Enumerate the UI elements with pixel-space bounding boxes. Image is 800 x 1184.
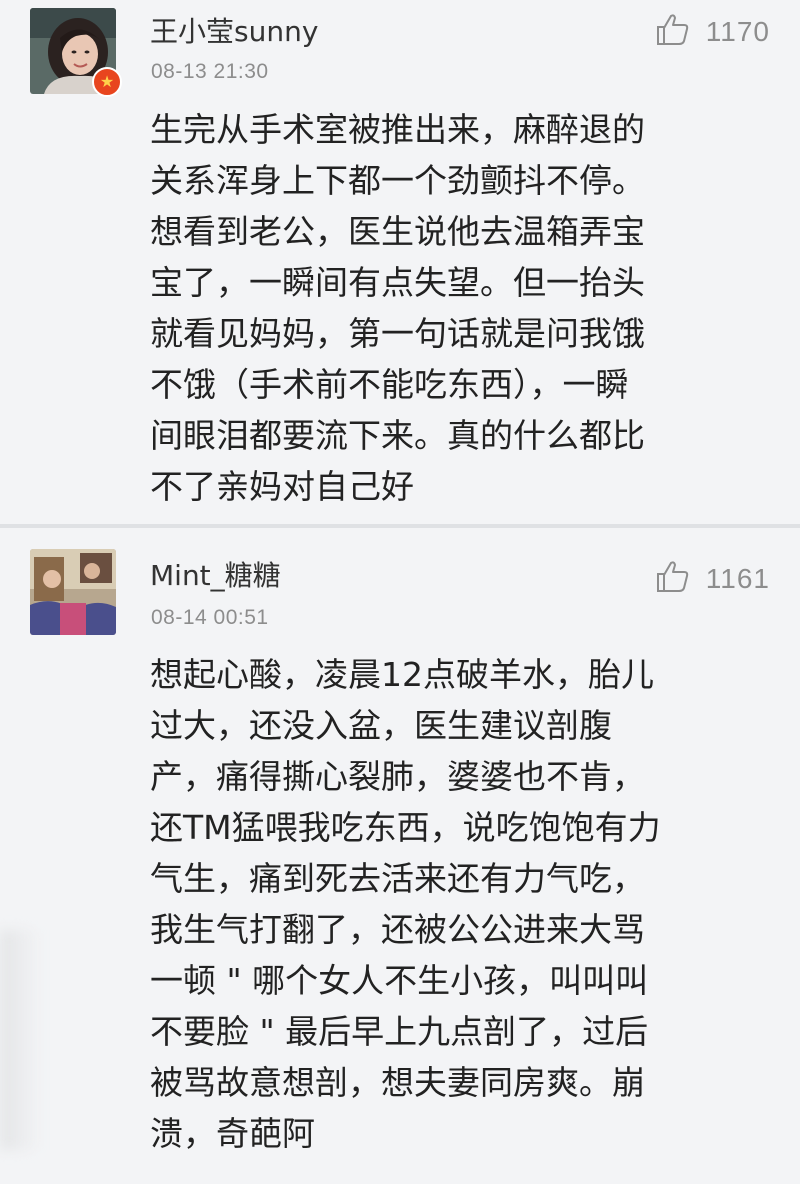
- like-count: 1161: [705, 563, 770, 594]
- comment-body: 想起心酸，凌晨12点破羊水，胎儿 过大，还没入盆，医生建议剖腹 产，痛得撕心裂肺…: [150, 649, 740, 1159]
- comment-line: 就看见妈妈，第一句话就是问我饿: [150, 314, 645, 353]
- timestamp: 08-14 00:51: [151, 606, 269, 629]
- comment-body: 生完从手术室被推出来，麻醉退的 关系浑身上下都一个劲颤抖不停。 想看到老公，医生…: [150, 104, 740, 512]
- comment-line: 过大，还没入盆，医生建议剖腹: [150, 706, 612, 745]
- like-button[interactable]: 1161: [652, 557, 770, 601]
- comment-line: 我生气打翻了，还被公公进来大骂: [150, 910, 645, 949]
- user-avatar[interactable]: [30, 549, 116, 635]
- comment-line: 溃，奇葩阿: [150, 1114, 315, 1153]
- timestamp: 08-13 21:30: [151, 60, 269, 83]
- comment-line: 被骂故意想剖，想夫妻同房爽。崩: [150, 1063, 645, 1102]
- vip-badge-icon: ★: [92, 67, 122, 97]
- comment-line: 间眼泪都要流下来。真的什么都比: [150, 416, 645, 455]
- username[interactable]: 王小莹sunny: [150, 10, 318, 50]
- comment-card: ★ 王小莹sunny 08-13 21:30 1170 生完从手术室被推出来，麻…: [0, 0, 800, 524]
- blurred-edge: [0, 930, 40, 1150]
- comment-line: 想起心酸，凌晨12点破羊水，胎儿: [150, 655, 654, 694]
- comment-line: 不要脸 " 最后早上九点剖了，过后: [150, 1012, 649, 1051]
- like-button[interactable]: 1170: [652, 10, 770, 54]
- comment-line: 关系浑身上下都一个劲颤抖不停。: [150, 161, 645, 200]
- avatar-image: [30, 549, 116, 635]
- like-count: 1170: [705, 16, 770, 47]
- comment-line: 不饿（手术前不能吃东西），一瞬: [150, 365, 629, 404]
- username[interactable]: Mint_糖糖: [150, 554, 281, 594]
- comment-line: 宝了，一瞬间有点失望。但一抬头: [150, 263, 645, 302]
- comment-line: 还TM猛喂我吃东西，说吃饱饱有力: [150, 808, 661, 847]
- comment-card: Mint_糖糖 08-14 00:51 1161 想起心酸，凌晨12点破羊水，胎…: [0, 528, 800, 1184]
- comment-line: 想看到老公，医生说他去温箱弄宝: [150, 212, 645, 251]
- thumbs-up-icon[interactable]: [652, 557, 692, 601]
- comment-line: 产，痛得撕心裂肺，婆婆也不肯，: [150, 757, 645, 796]
- comment-line: 一顿 " 哪个女人不生小孩，叫叫叫: [150, 961, 649, 1000]
- thumbs-up-icon[interactable]: [652, 10, 692, 54]
- comment-line: 生完从手术室被推出来，麻醉退的: [150, 110, 645, 149]
- comment-line: 不了亲妈对自己好: [150, 467, 414, 506]
- comment-line: 气生，痛到死去活来还有力气吃，: [150, 859, 645, 898]
